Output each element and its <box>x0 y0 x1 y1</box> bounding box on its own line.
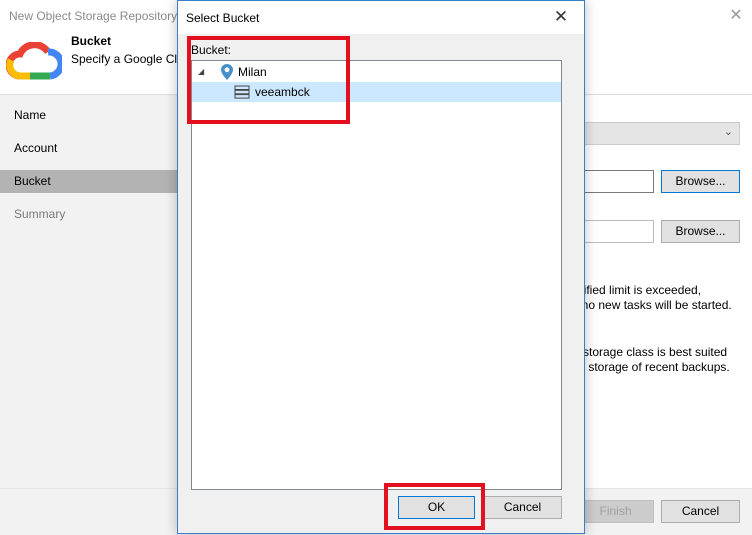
storage-class-info-line-1: is storage class is best suited <box>571 345 728 359</box>
chevron-down-icon: ⌄ <box>723 126 733 138</box>
wizard-subheading: Specify a Google Clo <box>71 52 184 66</box>
wizard-heading: Bucket <box>71 34 112 48</box>
storage-class-info-line-2: rm storage of recent backups. <box>571 360 730 374</box>
finish-button: Finish <box>577 500 654 523</box>
tree-highlight-box <box>187 36 350 124</box>
limit-info-line-1: ecified limit is exceeded, <box>571 283 702 297</box>
step-summary: Summary <box>14 207 66 221</box>
wizard-steps-sidebar: Name Account Bucket Summary <box>0 95 178 488</box>
step-account[interactable]: Account <box>0 137 178 160</box>
ok-highlight-box <box>384 483 485 530</box>
bucket-field[interactable] <box>577 170 654 193</box>
storage-dropdown[interactable]: ⌄ <box>577 122 740 145</box>
close-icon[interactable]: ✕ <box>546 6 576 30</box>
google-cloud-icon <box>6 42 62 80</box>
folder-field[interactable] <box>577 220 654 243</box>
step-bucket[interactable]: Bucket <box>0 170 178 193</box>
limit-info-line-2: t no new tasks will be started. <box>575 298 732 312</box>
wizard-close-icon[interactable]: ✕ <box>726 5 746 27</box>
wizard-cancel-button[interactable]: Cancel <box>661 500 740 523</box>
bucket-tree[interactable]: ◢ Milan veeambck <box>191 60 562 490</box>
wizard-title: New Object Storage Repository <box>9 9 178 23</box>
browse-bucket-button[interactable]: Browse... <box>661 170 740 193</box>
dialog-cancel-button[interactable]: Cancel <box>483 496 562 519</box>
dialog-titlebar: Select Bucket ✕ <box>178 1 584 34</box>
step-name[interactable]: Name <box>0 104 178 127</box>
dialog-title: Select Bucket <box>186 11 260 25</box>
browse-folder-button[interactable]: Browse... <box>661 220 740 243</box>
